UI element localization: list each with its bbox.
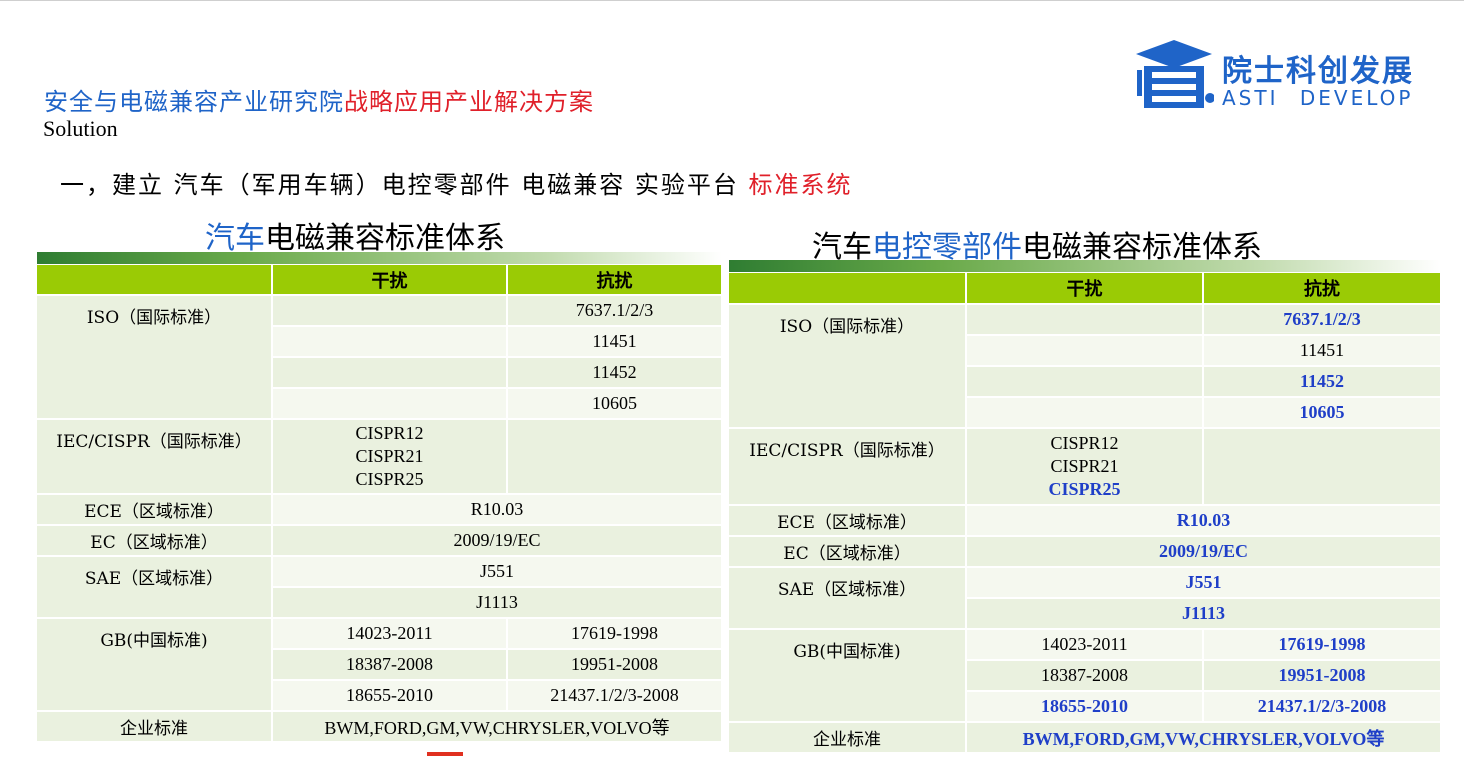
table2-header-blank bbox=[729, 273, 967, 305]
table1-ec-label: EC（区域标准） bbox=[37, 525, 273, 557]
table2-gradient-bar bbox=[729, 260, 1441, 272]
table1-iso-immunity: 7637.1/2/3 bbox=[507, 295, 723, 327]
table2-corp-value: BWM,FORD,GM,VW,CHRYSLER,VOLVO等 bbox=[966, 722, 1442, 754]
table2-sae-value: J551 bbox=[966, 567, 1442, 599]
table1-iec-item: CISPR21 bbox=[355, 446, 424, 466]
table2-iso-immunity: 11451 bbox=[1203, 335, 1442, 367]
table1-header-blank bbox=[37, 265, 273, 296]
institute-name: 安全与电磁兼容产业研究院 bbox=[44, 88, 344, 116]
table1-gb-interference: 14023-2011 bbox=[272, 618, 508, 650]
table1-ece-value: R10.03 bbox=[272, 494, 723, 526]
table2-header-interference: 干扰 bbox=[966, 273, 1204, 305]
table1-gb-immunity: 19951-2008 bbox=[507, 649, 723, 681]
table2-header-immunity: 抗扰 bbox=[1203, 273, 1442, 305]
table2-iec-interference: CISPR12 CISPR21 CISPR25 bbox=[966, 428, 1204, 506]
table2-cell bbox=[966, 397, 1204, 429]
header-subtitle: 战略应用产业解决方案 bbox=[344, 88, 594, 116]
table2-ece-label: ECE（区域标准） bbox=[729, 505, 967, 537]
table1-iso-immunity: 10605 bbox=[507, 388, 723, 420]
table2-gb-interference: 18387-2008 bbox=[966, 660, 1204, 692]
table1-header-interference: 干扰 bbox=[272, 265, 508, 296]
table2-iso-label: ISO（国际标准） bbox=[729, 304, 967, 429]
table1-sae-label: SAE（区域标准） bbox=[37, 556, 273, 619]
table1-ece-label: ECE（区域标准） bbox=[37, 494, 273, 526]
table1-cell bbox=[272, 326, 508, 358]
table2-gb-immunity: 19951-2008 bbox=[1203, 660, 1442, 692]
table2: 干扰 抗扰 ISO（国际标准） 7637.1/2/3 11451 11452 1… bbox=[729, 273, 1442, 754]
table1-cell bbox=[272, 295, 508, 327]
table2-sae-label: SAE（区域标准） bbox=[729, 567, 967, 630]
table1-header-immunity: 抗扰 bbox=[507, 265, 723, 296]
table1-gb-immunity: 17619-1998 bbox=[507, 618, 723, 650]
table2-cell bbox=[1203, 428, 1442, 506]
table2-sae-value: J1113 bbox=[966, 598, 1442, 630]
table2-gb-label: GB(中国标准) bbox=[729, 629, 967, 723]
table2-cell bbox=[966, 304, 1204, 336]
table1-gb-interference: 18387-2008 bbox=[272, 649, 508, 681]
table1-gb-immunity: 21437.1/2/3-2008 bbox=[507, 680, 723, 712]
table2-ec-value: 2009/19/EC bbox=[966, 536, 1442, 568]
table2-ec-label: EC（区域标准） bbox=[729, 536, 967, 568]
table1-iec-item: CISPR12 bbox=[355, 423, 424, 443]
table2-iso-immunity: 11452 bbox=[1203, 366, 1442, 398]
table2-iso-immunity: 10605 bbox=[1203, 397, 1442, 429]
table1-sae-value: J551 bbox=[272, 556, 723, 588]
logo: 院士科创发展 ASTI DEVELOP bbox=[1134, 36, 1434, 114]
table1-title: 汽车电磁兼容标准体系 bbox=[205, 213, 505, 257]
section-title-highlight: 标准系统 bbox=[748, 171, 853, 199]
header-line: 安全与电磁兼容产业研究院战略应用产业解决方案 bbox=[44, 82, 594, 117]
table2-ece-value: R10.03 bbox=[966, 505, 1442, 537]
table1-iso-immunity: 11452 bbox=[507, 357, 723, 389]
table2-cell bbox=[966, 335, 1204, 367]
table2-iec-item: CISPR21 bbox=[1050, 456, 1119, 476]
table1-cell bbox=[272, 357, 508, 389]
table2-gb-immunity: 21437.1/2/3-2008 bbox=[1203, 691, 1442, 723]
table1-cell bbox=[272, 388, 508, 420]
table2-iec-label: IEC/CISPR（国际标准） bbox=[729, 428, 967, 506]
table2-gb-interference: 18655-2010 bbox=[966, 691, 1204, 723]
table1-gradient-bar bbox=[37, 252, 722, 264]
table2-gb-immunity: 17619-1998 bbox=[1203, 629, 1442, 661]
table1-gb-label: GB(中国标准) bbox=[37, 618, 273, 712]
top-divider bbox=[0, 0, 1464, 1]
section-title-main: 一，建立 汽车（军用车辆）电控零部件 电磁兼容 实验平台 bbox=[60, 171, 739, 199]
table1-iso-label: ISO（国际标准） bbox=[37, 295, 273, 420]
section-title: 一，建立 汽车（军用车辆）电控零部件 电磁兼容 实验平台 标准系统 bbox=[60, 165, 853, 200]
table2-iso-immunity: 7637.1/2/3 bbox=[1203, 304, 1442, 336]
table1-iso-immunity: 11451 bbox=[507, 326, 723, 358]
table2-cell bbox=[966, 366, 1204, 398]
table1-cell bbox=[507, 419, 723, 495]
table1-iec-item: CISPR25 bbox=[355, 469, 424, 489]
table2-iec-item: CISPR25 bbox=[1048, 479, 1121, 499]
table1: 干扰 抗扰 ISO（国际标准） 7637.1/2/3 11451 11452 1… bbox=[37, 265, 723, 743]
table1-iec-label: IEC/CISPR（国际标准） bbox=[37, 419, 273, 495]
table2-iec-item: CISPR12 bbox=[1050, 433, 1119, 453]
table1-gb-interference: 18655-2010 bbox=[272, 680, 508, 712]
graduation-cap-building-icon bbox=[1136, 40, 1214, 108]
table2-corp-label: 企业标准 bbox=[729, 722, 967, 754]
logo-text-en: ASTI DEVELOP bbox=[1222, 86, 1414, 110]
table1-corp-label: 企业标准 bbox=[37, 711, 273, 743]
table1-sae-value: J1113 bbox=[272, 587, 723, 619]
logo-text-cn: 院士科创发展 bbox=[1222, 54, 1414, 89]
table1-corp-value: BWM,FORD,GM,VW,CHRYSLER,VOLVO等 bbox=[272, 711, 723, 743]
table1-title-highlight: 汽车 bbox=[205, 221, 265, 256]
table1-ec-value: 2009/19/EC bbox=[272, 525, 723, 557]
solution-label: Solution bbox=[43, 116, 118, 141]
table1-title-main: 电磁兼容标准体系 bbox=[265, 221, 505, 256]
table1-iec-interference: CISPR12 CISPR21 CISPR25 bbox=[272, 419, 508, 495]
decorative-red-mark bbox=[427, 752, 463, 756]
table2-gb-interference: 14023-2011 bbox=[966, 629, 1204, 661]
